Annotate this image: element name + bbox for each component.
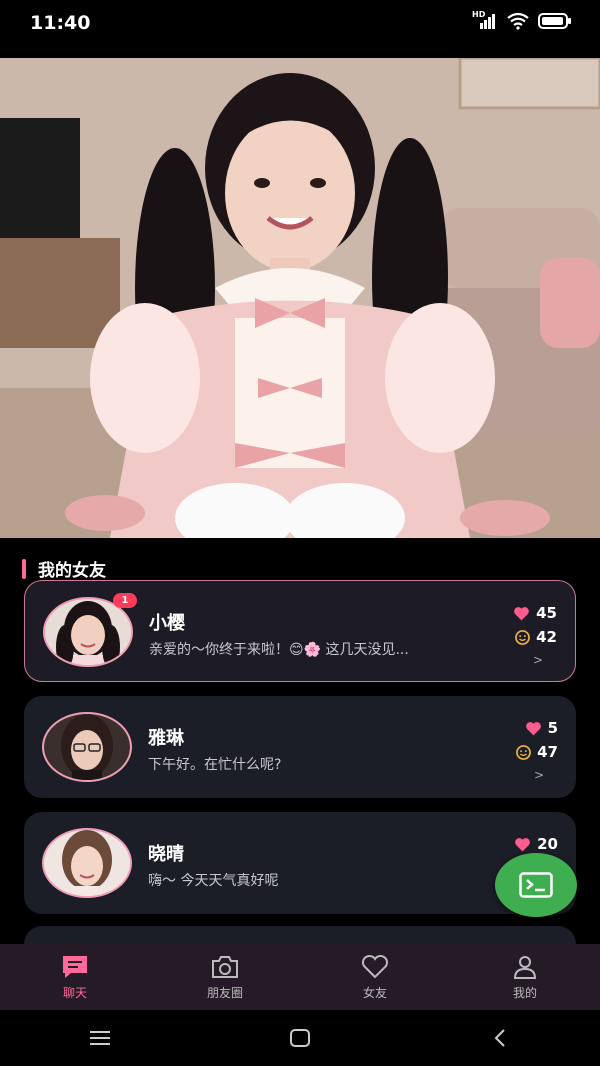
unread-badge: 1: [113, 593, 137, 608]
status-time: 11:40: [30, 12, 91, 34]
bottom-tab-bar: 聊天 朋友圈 女友 我的: [0, 944, 600, 1010]
girlfriend-card[interactable]: 1 小樱 亲爱的～你终于来啦！😊🌸 这几天没见... 45 42 >: [24, 580, 576, 682]
section-title: 我的女友: [38, 561, 106, 581]
avatar: [42, 828, 132, 898]
section-accent-bar: [22, 558, 26, 579]
signal-icon: HD: [472, 10, 498, 30]
tab-label: 女友: [362, 985, 387, 1000]
heart-icon: [515, 837, 530, 851]
girlfriend-card[interactable]: 晓晴 嗨～ 今天天气真好呢 20: [24, 812, 576, 914]
tab-profile[interactable]: 我的: [450, 954, 600, 1001]
avatar: [42, 712, 132, 782]
girlfriend-card[interactable]: 雅琳 下午好。在忙什么呢? 5 47 >: [24, 696, 576, 798]
tab-chat[interactable]: 聊天: [0, 954, 150, 1001]
section-header: 我的女友: [22, 556, 106, 581]
status-bar: 11:40 HD: [0, 0, 600, 58]
heart-icon: [525, 721, 541, 735]
last-message: 亲爱的～你终于来啦！😊🌸 这几天没见...: [149, 642, 409, 658]
tab-moments[interactable]: 朋友圈: [150, 954, 300, 1001]
likes-count: 20: [537, 835, 558, 853]
hero-image: [0, 58, 600, 538]
card-stats: 5 47 >: [516, 716, 558, 782]
heart-outline-icon: [361, 954, 389, 978]
back-icon[interactable]: [489, 1029, 511, 1047]
girlfriend-name: 晓晴: [148, 844, 184, 865]
girlfriend-name: 雅琳: [148, 728, 184, 749]
tab-label: 我的: [512, 985, 537, 1000]
likes-count: 45: [536, 604, 557, 622]
tab-girlfriends[interactable]: 女友: [300, 954, 450, 1001]
mood-count: 42: [536, 628, 557, 646]
last-message: 下午好。在忙什么呢?: [148, 757, 282, 773]
wifi-icon: [507, 12, 529, 30]
mood-stat: 42: [513, 625, 557, 649]
likes-stat: 5: [516, 716, 558, 740]
smile-icon: [515, 629, 531, 645]
avatar: 1: [43, 593, 137, 667]
mood-stat: 47: [516, 740, 558, 764]
card-stats: 45 42 >: [513, 601, 557, 667]
chevron-right-icon: >: [533, 768, 544, 782]
last-message: 嗨～ 今天天气真好呢: [148, 873, 279, 889]
chevron-right-icon: >: [532, 653, 543, 667]
home-icon[interactable]: [289, 1029, 311, 1047]
likes-count: 5: [547, 719, 558, 737]
person-icon: [513, 955, 537, 979]
menu-icon[interactable]: [89, 1029, 111, 1047]
likes-stat: 45: [513, 601, 557, 625]
status-icons: HD: [472, 10, 572, 30]
chat-icon: [63, 955, 87, 978]
terminal-fab-button[interactable]: [495, 853, 577, 917]
heart-icon: [514, 606, 529, 620]
smile-icon: [516, 744, 532, 760]
tab-label: 聊天: [62, 985, 87, 1000]
girlfriend-name: 小樱: [149, 613, 185, 634]
battery-icon: [538, 13, 571, 29]
mood-count: 47: [537, 743, 558, 761]
tab-label: 朋友圈: [206, 985, 243, 1000]
system-nav-bar: [0, 1010, 600, 1066]
camera-icon: [212, 955, 238, 978]
terminal-icon: [519, 872, 553, 898]
